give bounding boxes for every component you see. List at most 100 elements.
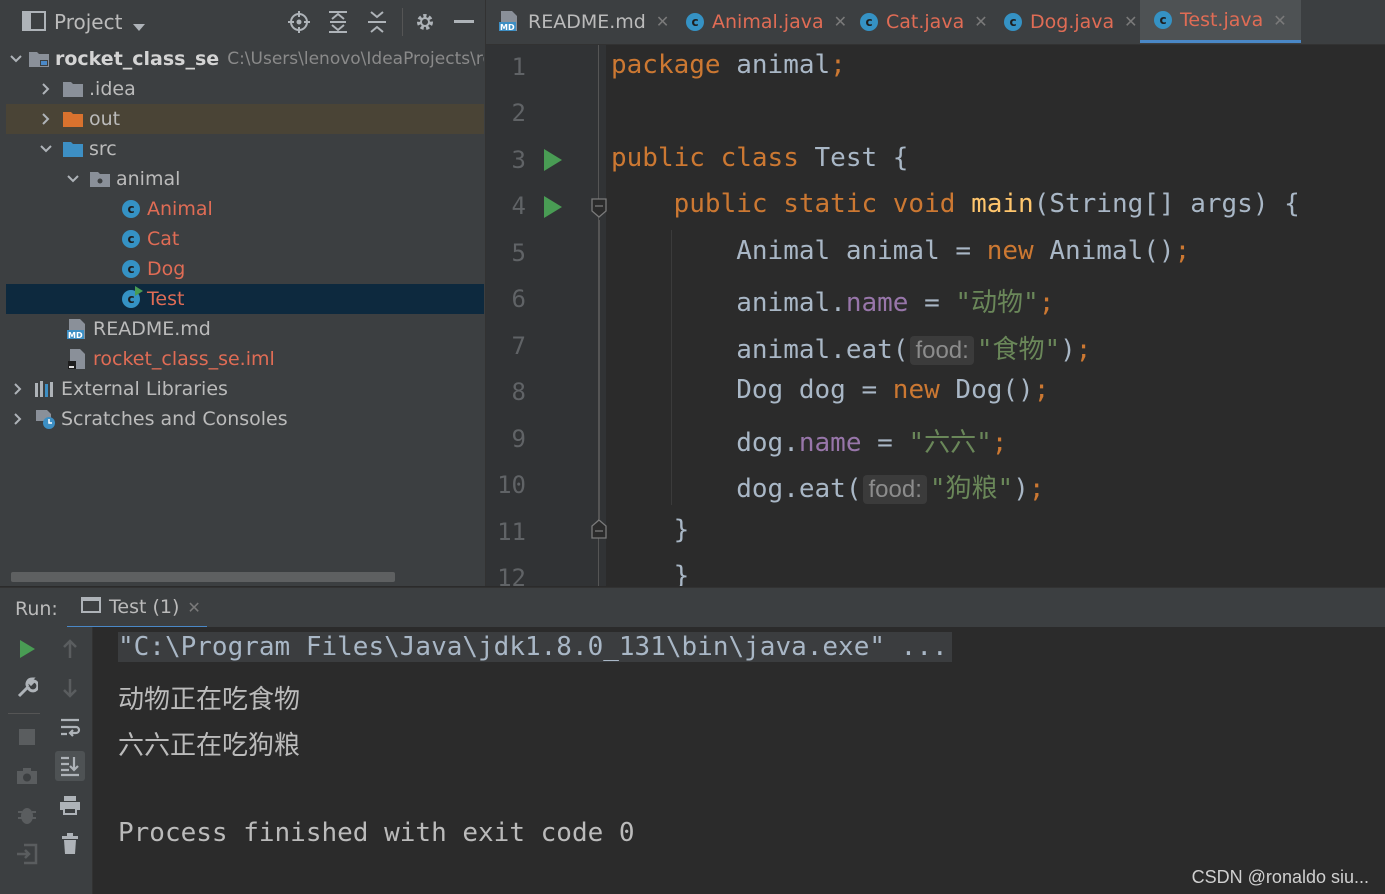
gear-icon[interactable] — [411, 8, 439, 36]
close-icon[interactable]: ✕ — [656, 12, 669, 31]
tab-readme[interactable]: MD README.md ✕ — [498, 0, 669, 43]
source-folder-icon — [62, 138, 84, 160]
close-icon[interactable]: ✕ — [974, 12, 987, 31]
iml-file-icon — [66, 348, 88, 370]
chevron-down-icon[interactable] — [132, 18, 146, 37]
tab-label: README.md — [528, 10, 646, 33]
code-line: dog.eat(food: "狗粮"); — [736, 474, 1045, 504]
horizontal-scrollbar[interactable] — [11, 572, 395, 582]
tree-item-animal-class[interactable]: c Animal — [6, 194, 484, 224]
line-number: 3 — [511, 146, 526, 174]
arrow-down-icon[interactable] — [55, 673, 85, 703]
trash-icon[interactable] — [55, 829, 85, 859]
project-title[interactable]: Project — [54, 10, 122, 34]
console-output[interactable]: "C:\Program Files\Java\jdk1.8.0_131\bin\… — [93, 627, 1385, 894]
chevron-down-icon[interactable] — [10, 49, 22, 69]
minimize-icon[interactable] — [450, 8, 478, 36]
line-number: 8 — [511, 378, 526, 406]
tree-item-animal-package[interactable]: animal — [6, 164, 484, 194]
run-toolbar-left — [0, 627, 48, 894]
tree-item-src[interactable]: src — [6, 134, 484, 164]
run-panel-header — [0, 587, 1385, 628]
locate-icon[interactable] — [285, 8, 313, 36]
tab-label: Animal.java — [712, 10, 824, 33]
tree-label: animal — [116, 168, 181, 190]
tree-item-iml[interactable]: rocket_class_se.iml — [6, 344, 484, 374]
tree-item-scratches[interactable]: Scratches and Consoles — [6, 404, 484, 434]
divider — [8, 713, 40, 714]
code-editor[interactable]: 1 2 3 4 5 6 7 8 9 10 11 12 package anima… — [486, 45, 1385, 586]
chevron-right-icon[interactable] — [8, 379, 28, 399]
code-line: package animal; — [611, 50, 846, 80]
close-icon[interactable]: ✕ — [834, 12, 847, 31]
console-line: 六六正在吃狗粮 — [118, 731, 301, 761]
scroll-to-end-icon[interactable] — [55, 751, 85, 781]
tree-item-readme[interactable]: MD README.md — [6, 314, 484, 344]
line-number: 5 — [511, 239, 526, 267]
tree-label: out — [89, 108, 121, 130]
stop-icon[interactable] — [12, 722, 42, 752]
chevron-down-icon[interactable] — [36, 139, 56, 159]
class-icon: c — [686, 12, 704, 31]
parameter-hint: food: — [863, 475, 927, 504]
fold-line — [599, 220, 600, 520]
console-line: 动物正在吃食物 — [118, 685, 301, 715]
chevron-down-icon[interactable] — [63, 169, 83, 189]
collapse-all-icon[interactable] — [363, 8, 391, 36]
tree-label: Cat — [147, 228, 180, 250]
close-icon[interactable]: ✕ — [1273, 11, 1286, 30]
tab-test[interactable]: c Test.java ✕ — [1140, 0, 1301, 43]
tree-item-idea[interactable]: .idea — [6, 74, 484, 104]
code-line: animal.name = "动物"; — [736, 288, 1055, 318]
wrench-icon[interactable] — [12, 673, 42, 703]
tree-item-cat-class[interactable]: c Cat — [6, 224, 484, 254]
code-line: } — [673, 561, 690, 586]
run-gutter-icon[interactable] — [544, 196, 562, 218]
tree-label: Test — [147, 288, 185, 310]
tree-label: README.md — [93, 318, 211, 340]
project-header: Project — [0, 0, 485, 44]
tab-label: Dog.java — [1030, 10, 1115, 33]
tab-label: Test.java — [1180, 9, 1264, 31]
chevron-right-icon[interactable] — [36, 79, 56, 99]
fold-icon[interactable] — [591, 519, 607, 539]
chevron-right-icon[interactable] — [8, 409, 28, 429]
camera-icon[interactable] — [12, 761, 42, 791]
project-view-icon[interactable] — [22, 10, 46, 36]
tree-item-test-class[interactable]: c Test — [6, 284, 484, 314]
class-icon: c — [120, 198, 142, 220]
code-line: dog.name = "六六"; — [736, 428, 1008, 458]
line-number: 12 — [497, 564, 526, 586]
expand-all-icon[interactable] — [324, 8, 352, 36]
debug-icon[interactable] — [12, 800, 42, 830]
line-number: 2 — [511, 99, 526, 127]
tree-item-external-libraries[interactable]: External Libraries — [6, 374, 484, 404]
console-command-line: "C:\Program Files\Java\jdk1.8.0_131\bin\… — [118, 632, 952, 662]
tree-label: Scratches and Consoles — [61, 408, 288, 430]
code-line: animal.eat(food: "食物"); — [736, 335, 1092, 365]
exit-icon[interactable] — [12, 839, 42, 869]
tab-cat[interactable]: c Cat.java ✕ — [860, 0, 988, 43]
parameter-hint: food: — [910, 336, 974, 365]
markdown-file-icon: MD — [66, 318, 88, 340]
tab-dog[interactable]: c Dog.java ✕ — [1004, 0, 1138, 43]
print-icon[interactable] — [55, 790, 85, 820]
rerun-icon[interactable] — [12, 634, 42, 664]
markdown-file-icon: MD — [498, 10, 520, 32]
run-gutter-icon[interactable] — [544, 149, 562, 171]
tree-item-project-root[interactable]: rocket_class_se C:\Users\lenovo\IdeaProj… — [6, 44, 484, 74]
close-icon[interactable]: ✕ — [1124, 12, 1137, 31]
console-exit-line: Process finished with exit code 0 — [118, 818, 635, 848]
tree-item-dog-class[interactable]: c Dog — [6, 254, 484, 284]
soft-wrap-icon[interactable] — [55, 712, 85, 742]
tree-item-out[interactable]: out — [6, 104, 484, 134]
tab-animal[interactable]: c Animal.java ✕ — [686, 0, 847, 43]
chevron-right-icon[interactable] — [36, 109, 56, 129]
close-icon[interactable]: ✕ — [187, 598, 200, 617]
fold-icon[interactable] — [591, 198, 607, 218]
package-icon — [89, 168, 111, 190]
line-number: 1 — [511, 53, 526, 81]
run-tab[interactable]: Test (1) ✕ — [67, 588, 207, 629]
project-path: C:\Users\lenovo\IdeaProjects\ro — [227, 49, 484, 69]
arrow-up-icon[interactable] — [55, 634, 85, 664]
